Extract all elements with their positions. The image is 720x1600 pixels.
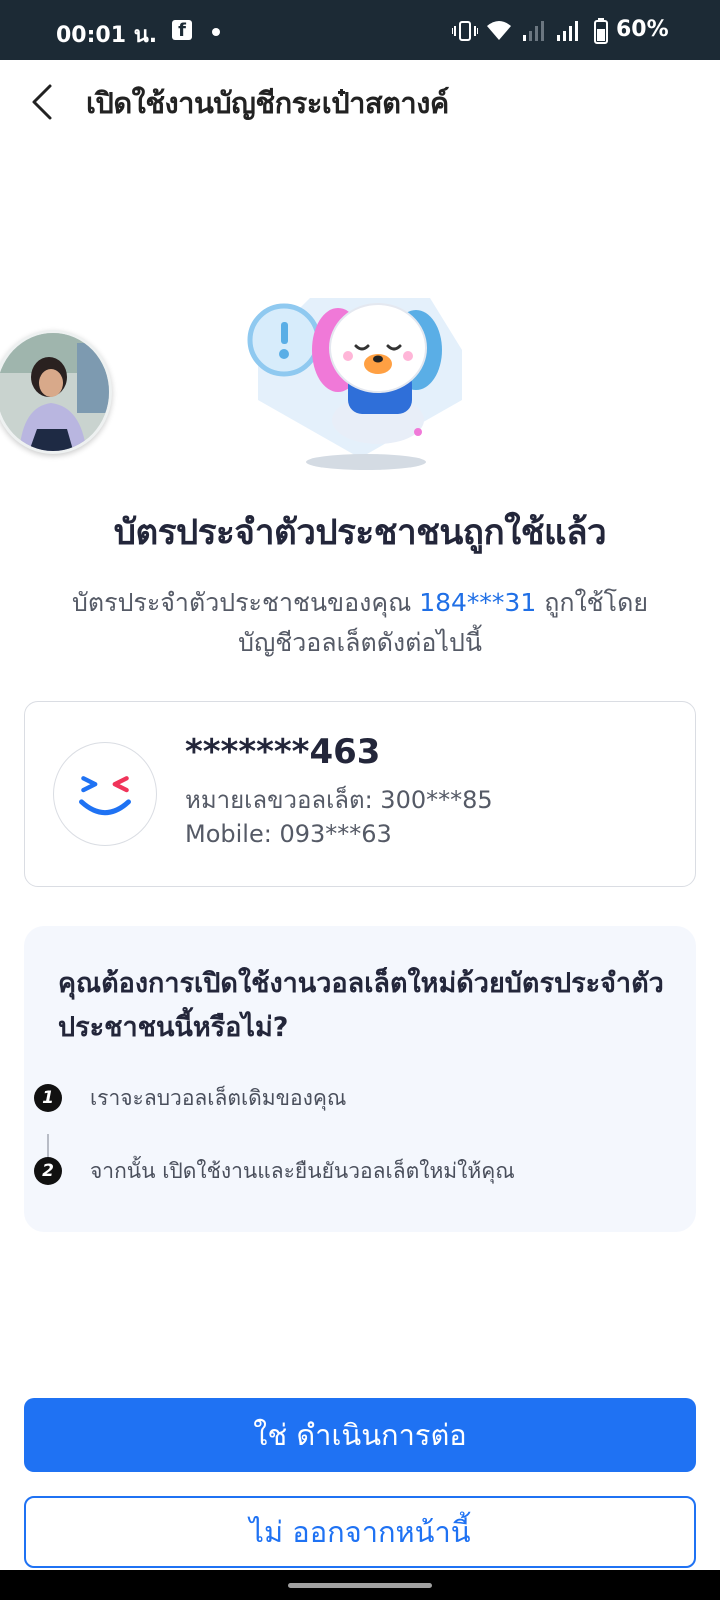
signal-icon (557, 21, 578, 41)
notification-dot-icon (212, 28, 220, 36)
home-gesture-handle[interactable] (288, 1583, 432, 1588)
system-nav-bar (0, 1570, 720, 1600)
wifi-icon (487, 21, 511, 40)
wallet-mobile: Mobile: 093***63 (185, 820, 392, 848)
status-bar: 00:01 น. f 60% (0, 0, 720, 60)
description-line-1: บัตรประจำตัวประชาชนของคุณ 184***31 ถูกใช… (40, 583, 680, 623)
facebook-icon: f (172, 20, 192, 41)
step-text: จากนั้น เปิดใช้งานและยืนยันวอลเล็ตใหม่ให… (90, 1159, 515, 1183)
question-box: คุณต้องการเปิดใช้งานวอลเล็ตใหม่ด้วยบัตรป… (24, 926, 696, 1232)
vibrate-icon (452, 21, 478, 41)
wallet-masked-name: *******463 (185, 732, 381, 772)
mascot-illustration (247, 298, 462, 470)
back-button[interactable] (28, 80, 58, 124)
description-line-2: บัญชีวอลเล็ตดังต่อไปนี้ (238, 628, 482, 657)
description: บัตรประจำตัวประชาชนของคุณ 184***31 ถูกใช… (40, 583, 680, 663)
existing-wallet-card: *******463 หมายเลขวอลเล็ต: 300***85 Mobi… (24, 701, 696, 887)
battery-icon (594, 18, 608, 44)
battery-percent: 60% (616, 17, 669, 42)
avatar-photo (0, 333, 109, 451)
step-text: เราจะลบวอลเล็ตเดิมของคุณ (90, 1086, 347, 1110)
exit-page-button[interactable]: ไม่ ออกจากหน้านี้ (24, 1496, 696, 1568)
step-number: 1 (34, 1084, 62, 1112)
page-title: เปิดใช้งานบัญชีกระเป๋าสตางค์ (86, 86, 449, 120)
signal-weak-icon (523, 21, 544, 41)
description-prefix: บัตรประจำตัวประชาชนของคุณ (72, 588, 412, 617)
confirm-continue-button[interactable]: ใช่ ดำเนินการต่อ (24, 1398, 696, 1472)
status-time: 00:01 น. (56, 23, 158, 48)
masked-id-number: 184***31 (419, 588, 537, 617)
headline: บัตรประจำตัวประชาชนถูกใช้แล้ว (113, 513, 607, 553)
question-text: คุณต้องการเปิดใช้งานวอลเล็ตใหม่ด้วยบัตรป… (58, 968, 664, 1043)
floating-avatar[interactable] (0, 330, 112, 454)
wallet-number: หมายเลขวอลเล็ต: 300***85 (185, 786, 493, 814)
step-number: 2 (34, 1157, 62, 1185)
wallet-logo-icon (53, 742, 157, 846)
description-suffix: ถูกใช้โดย (544, 588, 648, 617)
app-header: เปิดใช้งานบัญชีกระเป๋าสตางค์ (0, 60, 720, 140)
